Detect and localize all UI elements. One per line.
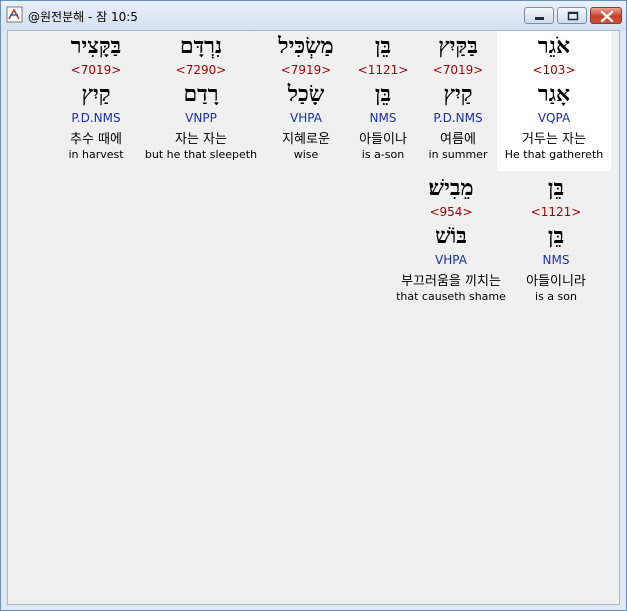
hebrew-lemma: קַיִץ [443,81,473,107]
word-block[interactable]: נִרְדָּם <7290> רָדַם VNPP 자는 자는 but he … [140,31,262,171]
hebrew-lemma: קַיִץ [81,81,111,107]
strong-number: <954> [429,205,473,219]
strong-number: <1121> [530,205,582,219]
hebrew-word: מַשְׂכִּיל [278,33,334,59]
hebrew-word: בֵּן [374,33,392,59]
english-gloss: in summer [428,148,488,161]
parse-code: VNPP [185,111,217,125]
close-button[interactable] [590,7,622,24]
word-block[interactable]: אֹגֵר <103> אָגַר VQPA 거두는 자는 He that ga… [497,31,611,171]
strong-number: <1121> [357,63,409,77]
hebrew-word: מֵבִישׁ׃ [428,175,474,201]
close-icon [600,10,614,23]
strong-number: <7919> [280,63,332,77]
hebrew-lemma: בּוֹשׁ [435,223,467,249]
english-gloss: wise [293,148,319,161]
korean-gloss: 자는 자는 [175,132,227,147]
korean-gloss: 아들이나 [359,132,407,147]
word-block[interactable]: בֵּן <1121> בֵּן NMS 아들이니라 is a son [516,173,596,313]
strong-number: <7290> [175,63,227,77]
hebrew-lemma: שָׂכַל [287,81,325,107]
hebrew-lemma: רָדַם [183,81,219,107]
word-block[interactable]: בַּקָּצִיר <7019> קַיִץ P.D.NMS 추수 때에 in… [60,31,132,171]
english-gloss: He that gathereth [504,148,604,161]
interlinear-panel: אֹגֵר <103> אָגַר VQPA 거두는 자는 He that ga… [7,30,620,605]
strong-number: <103> [532,63,576,77]
minimize-button[interactable] [524,7,554,24]
app-window: @원전분해 - 잠 10:5 אֹגֵר <103> אָגַר VQPA 거두… [0,0,627,611]
parse-code: VQPA [537,111,571,125]
minimize-icon [535,17,544,20]
english-gloss: is a-son [361,148,405,161]
hebrew-lemma: בֵּן [547,223,565,249]
maximize-button[interactable] [557,7,587,24]
korean-gloss: 추수 때에 [70,132,122,147]
english-gloss: in harvest [68,148,124,161]
word-block[interactable]: מַשְׂכִּיל <7919> שָׂכַל VHPA 지혜로운 wise [266,31,346,171]
hebrew-word: בֵּן [547,175,565,201]
word-block[interactable]: בֵּן <1121> בֵּן NMS 아들이나 is a-son [352,31,414,171]
hebrew-word: נִרְדָּם [179,33,223,59]
title-bar[interactable]: @원전분해 - 잠 10:5 [1,1,626,31]
hebrew-word: אֹגֵר [537,33,571,59]
parse-code: P.D.NMS [71,111,121,125]
word-block[interactable]: מֵבִישׁ׃ <954> בּוֹשׁ VHPA 부끄러움을 끼치는 tha… [378,173,524,313]
korean-gloss: 거두는 자는 [522,132,586,147]
parse-code: NMS [369,111,397,125]
korean-gloss: 여름에 [440,132,476,147]
hebrew-word: בַּקָּצִיר [70,33,122,59]
parse-code: NMS [542,253,570,267]
strong-number: <7019> [70,63,122,77]
app-icon [6,6,23,23]
window-title: @원전분해 - 잠 10:5 [28,10,138,24]
parse-code: VHPA [290,111,322,125]
korean-gloss: 지혜로운 [282,132,330,147]
strong-number: <7019> [432,63,484,77]
hebrew-lemma: אָגַר [537,81,571,107]
hebrew-word: בַּקַּיִץ [438,33,478,59]
english-gloss: but he that sleepeth [144,148,258,161]
parse-code: VHPA [435,253,467,267]
hebrew-lemma: בֵּן [374,81,392,107]
english-gloss: is a son [535,290,577,303]
korean-gloss: 아들이니라 [526,274,586,289]
word-block[interactable]: בַּקַּיִץ <7019> קַיִץ P.D.NMS 여름에 in su… [420,31,496,171]
maximize-icon [567,11,579,21]
english-gloss: that causeth shame [396,290,506,303]
parse-code: P.D.NMS [433,111,483,125]
korean-gloss: 부끄러움을 끼치는 [401,274,501,289]
